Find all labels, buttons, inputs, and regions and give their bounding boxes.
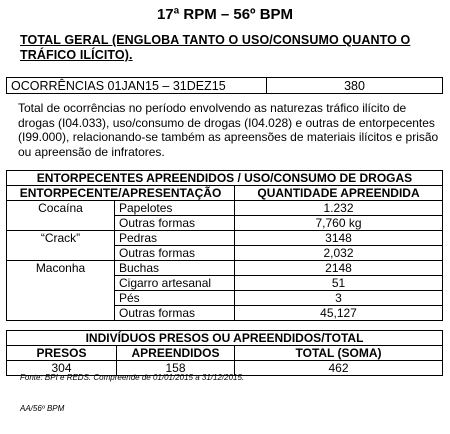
drug-quantity: 3 (234, 290, 443, 306)
drug-quantity: 51 (234, 275, 443, 291)
drugs-col-header-quantity: QUANTIDADE APREENDIDA (234, 185, 443, 201)
drug-quantity: 2,032 (234, 245, 443, 261)
arrests-header-presos: PRESOS (6, 345, 117, 361)
intro-heading: TOTAL GERAL (ENGLOBA TANTO O USO/CONSUMO… (20, 33, 411, 62)
drug-name: Cocaína (6, 200, 115, 231)
drug-quantity: 3148 (234, 230, 443, 246)
drug-form: Buchas (114, 260, 235, 276)
drug-quantity: 2148 (234, 260, 443, 276)
arrests-header-apreendidos: APREENDIDOS (116, 345, 235, 361)
occurrences-table: OCORRÊNCIAS 01JAN15 – 31DEZ15 380 (6, 77, 443, 94)
table-row: “Crack” Pedras 3148 (6, 230, 443, 261)
drugs-table: ENTORPECENTES APREENDIDOS / USO/CONSUMO … (6, 170, 443, 321)
arrests-table: INDIVÍDUOS PRESOS OU APREENDIDOS/TOTAL P… (6, 330, 443, 376)
drug-form: Cigarro artesanal (114, 275, 235, 291)
drug-form: Pedras (114, 230, 235, 246)
drug-quantity: 1.232 (234, 200, 443, 216)
arrests-table-title: INDIVÍDUOS PRESOS OU APREENDIDOS/TOTAL (6, 330, 443, 346)
drug-form: Pés (114, 290, 235, 306)
occurrences-label: OCORRÊNCIAS 01JAN15 – 31DEZ15 (6, 77, 267, 94)
drugs-col-header-substance: ENTORPECENTE/APRESENTAÇÃO (6, 185, 235, 201)
drugs-table-title: ENTORPECENTES APREENDIDOS / USO/CONSUMO … (6, 170, 443, 186)
page-title: 17ª RPM – 56º BPM (156, 6, 294, 23)
drug-quantity: 45,127 (234, 305, 443, 321)
drug-form: Papelotes (114, 200, 235, 216)
table-row: Maconha Buchas 2148 (6, 260, 443, 321)
source-note: Fonte: BPI e REDS. Compreende de 01/01/2… (20, 373, 245, 382)
drug-form: Outras formas (114, 305, 235, 321)
drug-form: Outras formas (114, 245, 235, 261)
arrests-header-total: TOTAL (SOMA) (234, 345, 443, 361)
drug-name: “Crack” (6, 230, 115, 261)
drug-form: Outras formas (114, 215, 235, 231)
arrests-value-total: 462 (234, 360, 443, 376)
table-row: Cocaína Papelotes 1.232 (6, 200, 443, 231)
description-paragraph: Total de ocorrências no período envolven… (18, 101, 439, 159)
drug-name: Maconha (6, 260, 115, 321)
footer-note: AA/56º BPM (20, 404, 65, 413)
drug-quantity: 7,760 kg (234, 215, 443, 231)
occurrences-value: 380 (266, 77, 443, 94)
